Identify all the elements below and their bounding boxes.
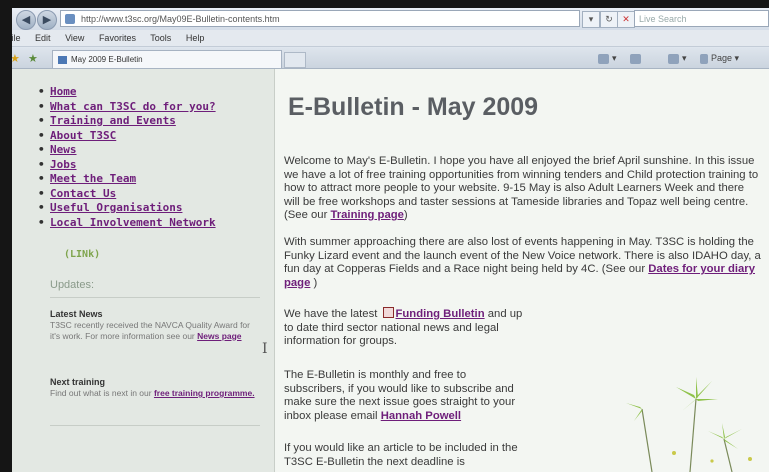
nav-local-involvement-network[interactable]: Local Involvement Network (38, 216, 216, 231)
monitor-bezel-left (0, 0, 12, 472)
page-menu-button[interactable]: Page ▾ (700, 51, 739, 65)
palm-illustration (626, 377, 752, 472)
back-button[interactable]: ◀ (16, 10, 36, 30)
tab-active[interactable]: May 2009 E-Bulletin (52, 50, 282, 68)
menu-tools[interactable]: Tools (150, 33, 171, 43)
nav-news[interactable]: News (38, 143, 216, 158)
updates-heading: Updates: (50, 279, 95, 291)
refresh-button[interactable]: ↻ (600, 11, 618, 28)
menu-bar: File Edit View Favorites Tools Help (0, 30, 769, 47)
page-title: E-Bulletin - May 2009 (288, 93, 539, 121)
menu-favorites[interactable]: Favorites (99, 33, 136, 43)
search-placeholder: Live Search (639, 14, 687, 24)
article-paragraph: If you would like an article to be inclu… (284, 442, 524, 469)
news-page-link[interactable]: News page (197, 331, 241, 341)
forward-button[interactable]: ▶ (37, 10, 57, 30)
menu-view[interactable]: View (65, 33, 84, 43)
latest-news-heading: Latest News (50, 309, 103, 319)
url-input[interactable]: http://www.t3sc.org/May09E-Bulletin-cont… (60, 10, 580, 27)
next-training-text: Find out what is next in our free traini… (50, 388, 260, 399)
next-training-heading: Next training (50, 377, 106, 387)
sidebar: Home What can T3SC do for you? Training … (12, 69, 275, 472)
add-favorite-icon[interactable]: ★ (28, 52, 38, 65)
new-tab-button[interactable] (284, 52, 306, 68)
nav-jobs[interactable]: Jobs (38, 158, 216, 173)
training-programme-link[interactable]: free training programme. (154, 388, 255, 398)
nav-meet-the-team[interactable]: Meet the Team (38, 172, 216, 187)
events-end: ) (310, 276, 318, 289)
menu-help[interactable]: Help (186, 33, 205, 43)
page-content: Home What can T3SC do for you? Training … (12, 69, 769, 472)
monitor-bezel-top (0, 0, 769, 8)
url-text: http://www.t3sc.org/May09E-Bulletin-cont… (81, 14, 280, 24)
intro-paragraph: Welcome to May's E-Bulletin. I hope you … (284, 155, 762, 223)
tab-title: May 2009 E-Bulletin (71, 55, 143, 64)
tab-page-icon (58, 56, 67, 64)
nav-link-sub[interactable]: (LINk) (64, 249, 100, 260)
stop-button[interactable]: ✕ (617, 11, 635, 28)
intro-end: ) (403, 209, 408, 221)
nav-useful-organisations[interactable]: Useful Organisations (38, 201, 216, 216)
text-cursor-icon: I (262, 341, 268, 357)
browser-window: ◀ ▶ http://www.t3sc.org/May09E-Bulletin-… (0, 0, 769, 472)
home-icon[interactable]: ▾ (598, 51, 617, 65)
divider (50, 297, 260, 298)
nav-training-and-events[interactable]: Training and Events (38, 114, 216, 129)
article-text: If you would like an article to be inclu… (284, 442, 518, 468)
events-paragraph: With summer approaching there are also l… (284, 236, 762, 290)
funding-intro: We have the latest (284, 308, 381, 320)
hannah-powell-link[interactable]: Hannah Powell (381, 410, 461, 422)
funding-bulletin-icon (382, 307, 394, 318)
nav-home[interactable]: Home (38, 85, 216, 100)
tab-bar: ★ ★ May 2009 E-Bulletin ▾ ▾ Page ▾ (0, 48, 769, 69)
menu-edit[interactable]: Edit (35, 33, 51, 43)
funding-paragraph: We have the latest Funding Bulletin and … (284, 307, 534, 349)
feeds-icon[interactable] (630, 51, 644, 65)
address-dropdown-button[interactable]: ▾ (582, 11, 600, 28)
sidebar-nav: Home What can T3SC do for you? Training … (38, 85, 216, 231)
nav-what-can-t3sc-do[interactable]: What can T3SC do for you? (38, 100, 216, 115)
nav-contact-us[interactable]: Contact Us (38, 187, 216, 202)
funding-bulletin-link[interactable]: Funding Bulletin (396, 308, 485, 320)
address-bar: ◀ ▶ http://www.t3sc.org/May09E-Bulletin-… (12, 8, 769, 31)
search-input[interactable]: Live Search (634, 10, 769, 27)
next-training-body: Find out what is next in our (50, 388, 154, 398)
page-menu-label: Page (711, 53, 733, 63)
subscribe-paragraph: The E-Bulletin is monthly and free to su… (284, 369, 524, 423)
divider (50, 425, 260, 426)
nav-about[interactable]: About T3SC (38, 129, 216, 144)
training-page-link[interactable]: Training page (330, 209, 403, 221)
page-icon (65, 14, 75, 24)
print-icon[interactable]: ▾ (668, 51, 687, 65)
latest-news-text: T3SC recently received the NAVCA Quality… (50, 320, 250, 341)
